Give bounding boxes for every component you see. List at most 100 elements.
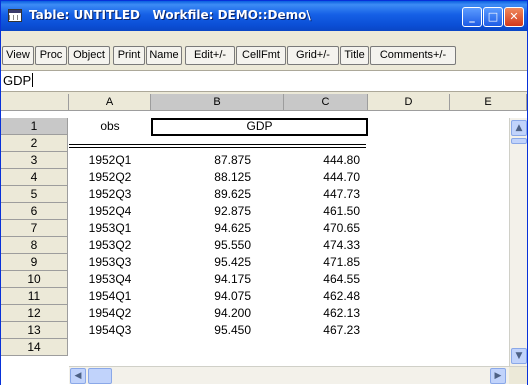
row-header[interactable]: 7: [1, 220, 68, 237]
cellfmt-button[interactable]: CellFmt: [236, 46, 286, 65]
vertical-scrollbar[interactable]: ▲ ▼: [509, 118, 527, 366]
row-header[interactable]: 1: [1, 118, 68, 135]
gdp-cell[interactable]: 470.65: [284, 220, 366, 237]
table-row: 4 1952Q2 88.125 444.70: [1, 169, 527, 186]
column-header-row: A B C D E: [1, 94, 527, 111]
cell-edit-value: GDP: [3, 73, 34, 88]
cell-edit-field[interactable]: GDP: [1, 70, 527, 92]
table-row: 14: [1, 339, 527, 356]
obs-cell[interactable]: 1954Q1: [69, 288, 151, 305]
scroll-left-icon[interactable]: ◀: [70, 368, 86, 384]
column-b-cell[interactable]: 94.175: [151, 271, 284, 288]
gdp-cell[interactable]: 462.48: [284, 288, 366, 305]
gdp-cell[interactable]: 474.33: [284, 237, 366, 254]
spreadsheet-grid[interactable]: A B C D E 1 obs GDP 2 3 1952Q1 87.875 444.8…: [1, 94, 527, 385]
row-header[interactable]: 13: [1, 322, 68, 339]
minimize-button[interactable]: _: [462, 7, 482, 27]
row-header[interactable]: 9: [1, 254, 68, 271]
row-header[interactable]: 2: [1, 135, 68, 152]
row-header[interactable]: 14: [1, 339, 68, 356]
table-row: 11 1954Q1 94.075 462.48: [1, 288, 527, 305]
corner-cell[interactable]: [1, 94, 69, 111]
name-button[interactable]: Name: [146, 46, 182, 65]
column-b-cell[interactable]: 95.550: [151, 237, 284, 254]
obs-cell[interactable]: 1953Q4: [69, 271, 151, 288]
scroll-up-icon[interactable]: ▲: [511, 120, 527, 136]
column-b-cell[interactable]: 87.875: [151, 152, 284, 169]
column-header-e[interactable]: E: [450, 94, 527, 111]
column-header-c[interactable]: C: [284, 94, 368, 111]
table-row: 3 1952Q1 87.875 444.80: [1, 152, 527, 169]
column-b-cell[interactable]: 89.625: [151, 186, 284, 203]
grid-toggle-button[interactable]: Grid+/-: [287, 46, 339, 65]
vertical-scroll-thumb[interactable]: [511, 138, 527, 144]
gdp-cell[interactable]: 461.50: [284, 203, 366, 220]
edit-toggle-button[interactable]: Edit+/-: [185, 46, 235, 65]
column-b-cell[interactable]: 94.625: [151, 220, 284, 237]
table-row: 12 1954Q2 94.200 462.13: [1, 305, 527, 322]
row-header[interactable]: 10: [1, 271, 68, 288]
gdp-cell[interactable]: 444.80: [284, 152, 366, 169]
table-row: 7 1953Q1 94.625 470.65: [1, 220, 527, 237]
column-header-d[interactable]: D: [368, 94, 450, 111]
table-window: Table: UNTITLED Workfile: DEMO::Demo\ _ …: [0, 0, 528, 385]
obs-cell[interactable]: 1952Q4: [69, 203, 151, 220]
row-header[interactable]: 11: [1, 288, 68, 305]
table-row: 13 1954Q3 95.450 467.23: [1, 322, 527, 339]
obs-cell[interactable]: 1952Q2: [69, 169, 151, 186]
table-row: 6 1952Q4 92.875 461.50: [1, 203, 527, 220]
text-caret: [32, 73, 34, 87]
obs-cell[interactable]: 1953Q1: [69, 220, 151, 237]
horizontal-scrollbar[interactable]: ◀ ▶: [69, 366, 527, 384]
title-button[interactable]: Title: [340, 46, 369, 65]
column-b-cell[interactable]: 92.875: [151, 203, 284, 220]
obs-header-cell[interactable]: obs: [69, 118, 151, 135]
table-row: 2: [1, 135, 527, 152]
gdp-cell[interactable]: 462.13: [284, 305, 366, 322]
window-title: Table: UNTITLED Workfile: DEMO::Demo\: [29, 8, 311, 22]
column-b-cell[interactable]: 95.425: [151, 254, 284, 271]
table-row: 8 1953Q2 95.550 474.33: [1, 237, 527, 254]
table-row: 5 1952Q3 89.625 447.73: [1, 186, 527, 203]
obs-cell[interactable]: 1952Q3: [69, 186, 151, 203]
gdp-cell[interactable]: 471.85: [284, 254, 366, 271]
column-b-cell[interactable]: 94.075: [151, 288, 284, 305]
row-header[interactable]: 5: [1, 186, 68, 203]
row-header[interactable]: 12: [1, 305, 68, 322]
comments-toggle-button[interactable]: Comments+/-: [370, 46, 456, 65]
row-header[interactable]: 4: [1, 169, 68, 186]
horizontal-scroll-thumb[interactable]: [88, 368, 112, 384]
row-header[interactable]: 8: [1, 237, 68, 254]
print-button[interactable]: Print: [113, 46, 145, 65]
toolbar: View Proc Object Print Name Edit+/- Cell…: [1, 31, 527, 68]
gdp-cell[interactable]: 464.55: [284, 271, 366, 288]
table-row: 10 1953Q4 94.175 464.55: [1, 271, 527, 288]
row-header[interactable]: 3: [1, 152, 68, 169]
column-header-a[interactable]: A: [69, 94, 151, 111]
obs-cell[interactable]: 1952Q1: [69, 152, 151, 169]
column-b-cell[interactable]: 95.450: [151, 322, 284, 339]
table-row: 1 obs GDP: [1, 118, 527, 136]
object-button[interactable]: Object: [68, 46, 110, 65]
view-button[interactable]: View: [2, 46, 34, 65]
title-bar[interactable]: Table: UNTITLED Workfile: DEMO::Demo\ _ …: [1, 1, 527, 31]
table-icon: [8, 9, 22, 22]
scroll-right-icon[interactable]: ▶: [490, 368, 506, 384]
obs-cell[interactable]: 1954Q3: [69, 322, 151, 339]
column-b-cell[interactable]: 94.200: [151, 305, 284, 322]
resize-grip-icon[interactable]: [509, 367, 527, 384]
close-button[interactable]: ✕: [504, 7, 524, 27]
proc-button[interactable]: Proc: [35, 46, 67, 65]
obs-cell[interactable]: 1954Q2: [69, 305, 151, 322]
gdp-cell[interactable]: 444.70: [284, 169, 366, 186]
maximize-button[interactable]: □: [483, 7, 503, 27]
obs-cell[interactable]: 1953Q3: [69, 254, 151, 271]
row-header[interactable]: 6: [1, 203, 68, 220]
obs-cell[interactable]: 1953Q2: [69, 237, 151, 254]
gdp-cell[interactable]: 467.23: [284, 322, 366, 339]
column-header-b[interactable]: B: [151, 94, 284, 111]
scroll-down-icon[interactable]: ▼: [511, 348, 527, 364]
gdp-header-cell[interactable]: GDP: [151, 118, 368, 135]
column-b-cell[interactable]: 88.125: [151, 169, 284, 186]
gdp-cell[interactable]: 447.73: [284, 186, 366, 203]
